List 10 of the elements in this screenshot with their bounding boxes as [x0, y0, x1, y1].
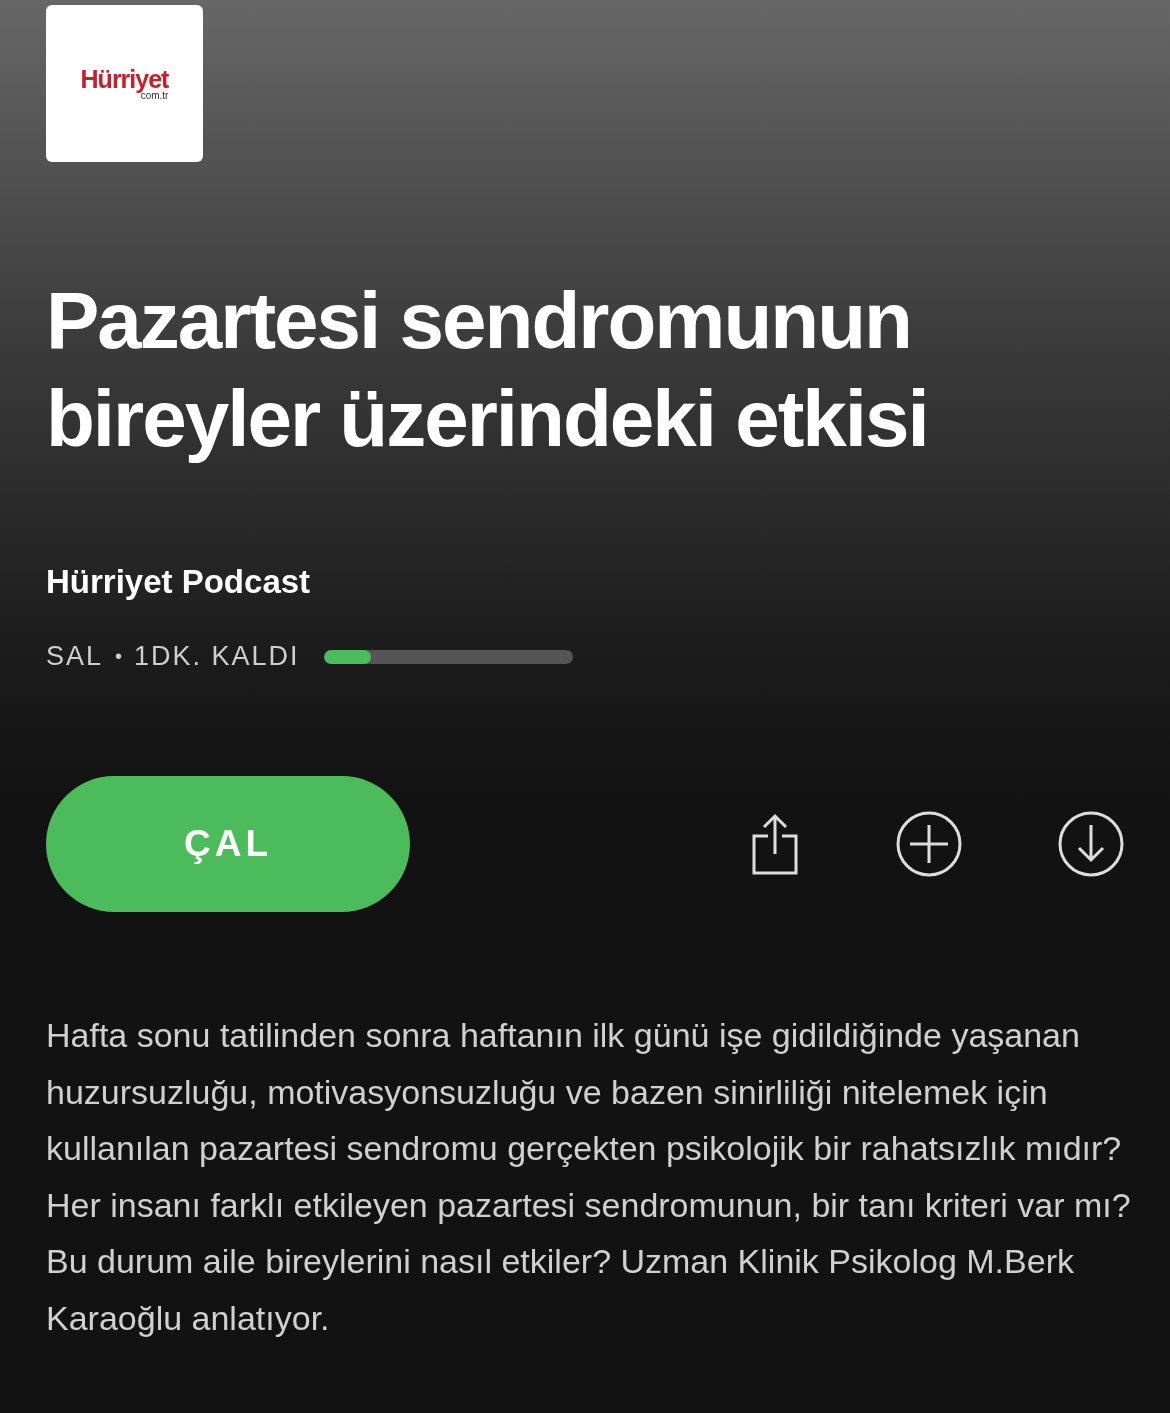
episode-description: Hafta sonu tatilinden sonra haftanın ilk günü işe gidildiğinde yaşanan huzursuzluğu, motivasyonsuzluğu ve bazen sinirliliği nitelemek için kullanılan pazartesi sendromu gerçekten psikolojik bir rahatsızlık mıdır? Her insanı farklı etkileyen pazartesi sendromunun, bir tanı kriteri var mı? Bu durum aile bireylerini nasıl etkiler? Uzman Klinik Psikolog M.Berk Karaoğlu anlatıyor.	[46, 1015, 1132, 1339]
download-icon[interactable]	[1058, 811, 1124, 877]
logo-wordmark: Hürriyet	[80, 66, 169, 92]
separator-dot: •	[115, 645, 123, 668]
episode-day: SAL	[46, 641, 104, 672]
show-name[interactable]: Hürriyet Podcast	[46, 563, 1124, 601]
time-remaining: 1DK. KALDI	[134, 641, 300, 672]
add-icon[interactable]	[896, 811, 962, 877]
share-icon[interactable]	[750, 812, 800, 876]
episode-title: Pazartesi sendromunun bireyler üzerindeki etkisi	[46, 275, 929, 465]
